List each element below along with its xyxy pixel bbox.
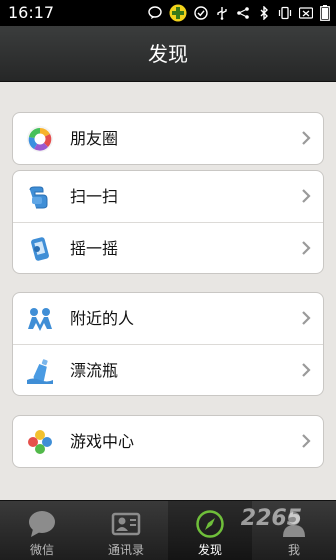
tab-label: 微信 [29, 543, 54, 557]
group-game-center: 游戏中心 [12, 415, 324, 468]
bluetooth-icon [260, 6, 268, 20]
status-bar: 16:17 [0, 0, 336, 26]
page-title: 发现 [148, 42, 188, 66]
tab-label: 发现 [197, 543, 222, 557]
status-icons [148, 3, 330, 23]
list-item-moments[interactable]: 朋友圈 [13, 113, 323, 164]
wifi-off-icon [299, 7, 313, 19]
chat-bubble-icon [148, 6, 162, 19]
tab-chats[interactable]: 微信 [0, 501, 84, 560]
moments-icon [27, 126, 53, 152]
chevron-right-icon [302, 434, 311, 448]
chevron-right-icon [302, 363, 311, 377]
list-item-game-center[interactable]: 游戏中心 [13, 416, 323, 467]
drift-bottle-icon [27, 359, 53, 384]
chevron-right-icon [302, 311, 311, 325]
list-item-label: 漂流瓶 [70, 361, 119, 380]
chevron-right-icon [302, 189, 311, 203]
chat-bubble-icon [29, 511, 55, 537]
list-item-label: 摇一摇 [70, 239, 119, 258]
tab-contacts[interactable]: 通讯录 [84, 501, 168, 560]
vibrate-icon [278, 6, 292, 20]
watermark: 2265 [240, 506, 302, 531]
group-nearby-bottle: 附近的人 漂流瓶 [12, 292, 324, 396]
group-scan-shake: 扫一扫 摇一摇 [12, 170, 324, 274]
game-center-icon [28, 430, 52, 454]
battery-icon [320, 5, 330, 21]
list-item-drift-bottle[interactable]: 漂流瓶 [13, 344, 323, 395]
list-item-label: 扫一扫 [70, 187, 119, 206]
chevron-right-icon [302, 131, 311, 145]
shake-icon [31, 237, 49, 261]
usb-icon [217, 7, 227, 20]
plus-app-icon [169, 4, 187, 22]
compass-icon [196, 510, 224, 538]
tab-label: 通讯录 [107, 543, 144, 557]
status-time: 16:17 [8, 3, 55, 22]
group-moments: 朋友圈 [12, 112, 324, 165]
title-bar: 发现 [0, 26, 336, 82]
share-icon [237, 7, 249, 19]
list-item-label: 朋友圈 [70, 129, 119, 148]
chevron-right-icon [302, 241, 311, 255]
tab-discover[interactable]: 发现 [168, 501, 252, 560]
list-item-scan[interactable]: 扫一扫 [13, 171, 323, 222]
list-item-shake[interactable]: 摇一摇 [13, 222, 323, 273]
list-item-label: 游戏中心 [70, 432, 135, 451]
contacts-icon [111, 512, 141, 536]
scan-icon [29, 186, 48, 209]
tab-label: 我 [287, 543, 300, 557]
discover-list: 朋友圈 扫一扫 摇一摇 附近的人 漂流瓶 游戏中心 [0, 82, 336, 500]
list-item-nearby-people[interactable]: 附近的人 [13, 293, 323, 344]
list-item-label: 附近的人 [70, 309, 135, 328]
check-circle-icon [194, 6, 208, 20]
nearby-people-icon [28, 308, 52, 331]
